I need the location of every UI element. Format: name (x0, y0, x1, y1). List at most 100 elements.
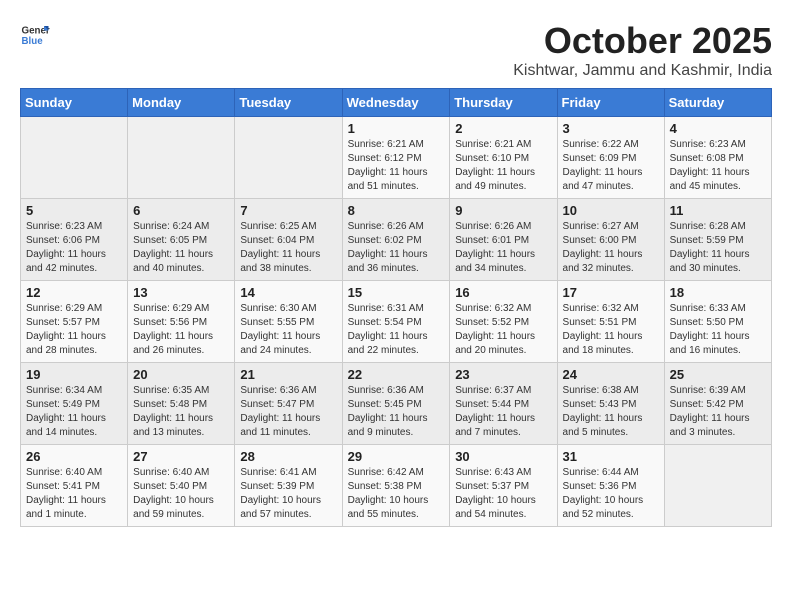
calendar-cell: 22 Sunrise: 6:36 AM Sunset: 5:45 PM Dayli… (342, 363, 450, 445)
day-number: 30 (455, 449, 551, 464)
day-info: Sunrise: 6:27 AM Sunset: 6:00 PM Dayligh… (563, 220, 659, 276)
day-info: Sunrise: 6:36 AM Sunset: 5:45 PM Dayligh… (348, 384, 445, 440)
day-info: Sunrise: 6:34 AM Sunset: 5:49 PM Dayligh… (26, 384, 122, 440)
day-info: Sunrise: 6:26 AM Sunset: 6:01 PM Dayligh… (455, 220, 551, 276)
day-number: 18 (670, 285, 766, 300)
svg-text:Blue: Blue (22, 36, 44, 47)
day-number: 22 (348, 367, 445, 382)
title-area: October 2025 Kishtwar, Jammu and Kashmir… (513, 20, 772, 80)
calendar-cell (21, 117, 128, 199)
weekday-header-friday: Friday (557, 89, 664, 117)
calendar-week-4: 19 Sunrise: 6:34 AM Sunset: 5:49 PM Dayli… (21, 363, 772, 445)
logo: General Blue (20, 20, 50, 50)
day-number: 24 (563, 367, 659, 382)
calendar-cell: 1Sunrise: 6:21 AM Sunset: 6:12 PM Daylig… (342, 117, 450, 199)
calendar-cell: 10 Sunrise: 6:27 AM Sunset: 6:00 PM Dayli… (557, 199, 664, 281)
calendar-cell: 17Sunrise: 6:32 AM Sunset: 5:51 PM Dayli… (557, 281, 664, 363)
calendar-cell: 12 Sunrise: 6:29 AM Sunset: 5:57 PM Dayli… (21, 281, 128, 363)
calendar-cell (235, 117, 342, 199)
day-number: 15 (348, 285, 445, 300)
day-info: Sunrise: 6:42 AM Sunset: 5:38 PM Dayligh… (348, 466, 445, 522)
weekday-header-tuesday: Tuesday (235, 89, 342, 117)
day-number: 2 (455, 121, 551, 136)
day-info: Sunrise: 6:37 AM Sunset: 5:44 PM Dayligh… (455, 384, 551, 440)
day-number: 27 (133, 449, 229, 464)
day-info: Sunrise: 6:33 AM Sunset: 5:50 PM Dayligh… (670, 302, 766, 358)
calendar-cell: 7Sunrise: 6:25 AM Sunset: 6:04 PM Daylig… (235, 199, 342, 281)
day-info: Sunrise: 6:24 AM Sunset: 6:05 PM Dayligh… (133, 220, 229, 276)
day-number: 7 (240, 203, 336, 218)
day-number: 8 (348, 203, 445, 218)
day-number: 23 (455, 367, 551, 382)
calendar-week-1: 1Sunrise: 6:21 AM Sunset: 6:12 PM Daylig… (21, 117, 772, 199)
calendar-cell (128, 117, 235, 199)
weekday-header-sunday: Sunday (21, 89, 128, 117)
day-info: Sunrise: 6:31 AM Sunset: 5:54 PM Dayligh… (348, 302, 445, 358)
day-info: Sunrise: 6:21 AM Sunset: 6:12 PM Dayligh… (348, 138, 445, 194)
day-info: Sunrise: 6:39 AM Sunset: 5:42 PM Dayligh… (670, 384, 766, 440)
calendar-cell: 19 Sunrise: 6:34 AM Sunset: 5:49 PM Dayli… (21, 363, 128, 445)
day-info: Sunrise: 6:40 AM Sunset: 5:41 PM Dayligh… (26, 466, 122, 522)
day-number: 10 (563, 203, 659, 218)
day-info: Sunrise: 6:41 AM Sunset: 5:39 PM Dayligh… (240, 466, 336, 522)
day-number: 11 (670, 203, 766, 218)
day-number: 4 (670, 121, 766, 136)
day-number: 20 (133, 367, 229, 382)
calendar-cell: 13 Sunrise: 6:29 AM Sunset: 5:56 PM Dayli… (128, 281, 235, 363)
calendar-cell: 29 Sunrise: 6:42 AM Sunset: 5:38 PM Dayli… (342, 445, 450, 527)
calendar-cell: 31 Sunrise: 6:44 AM Sunset: 5:36 PM Dayli… (557, 445, 664, 527)
weekday-header-wednesday: Wednesday (342, 89, 450, 117)
calendar-cell: 21 Sunrise: 6:36 AM Sunset: 5:47 PM Dayli… (235, 363, 342, 445)
day-info: Sunrise: 6:43 AM Sunset: 5:37 PM Dayligh… (455, 466, 551, 522)
calendar-table: SundayMondayTuesdayWednesdayThursdayFrid… (20, 88, 772, 527)
day-number: 6 (133, 203, 229, 218)
day-number: 19 (26, 367, 122, 382)
calendar-cell: 18 Sunrise: 6:33 AM Sunset: 5:50 PM Dayli… (664, 281, 771, 363)
calendar-cell: 27Sunrise: 6:40 AM Sunset: 5:40 PM Dayli… (128, 445, 235, 527)
calendar-cell: 20 Sunrise: 6:35 AM Sunset: 5:48 PM Dayli… (128, 363, 235, 445)
calendar-cell: 2 Sunrise: 6:21 AM Sunset: 6:10 PM Daylig… (450, 117, 557, 199)
weekday-header-saturday: Saturday (664, 89, 771, 117)
month-title: October 2025 (513, 20, 772, 62)
day-number: 13 (133, 285, 229, 300)
day-number: 3 (563, 121, 659, 136)
day-info: Sunrise: 6:28 AM Sunset: 5:59 PM Dayligh… (670, 220, 766, 276)
weekday-header-thursday: Thursday (450, 89, 557, 117)
logo-icon: General Blue (20, 20, 50, 50)
day-info: Sunrise: 6:22 AM Sunset: 6:09 PM Dayligh… (563, 138, 659, 194)
day-info: Sunrise: 6:32 AM Sunset: 5:52 PM Dayligh… (455, 302, 551, 358)
calendar-cell: 11 Sunrise: 6:28 AM Sunset: 5:59 PM Dayli… (664, 199, 771, 281)
calendar-cell: 9 Sunrise: 6:26 AM Sunset: 6:01 PM Daylig… (450, 199, 557, 281)
day-info: Sunrise: 6:36 AM Sunset: 5:47 PM Dayligh… (240, 384, 336, 440)
calendar-cell: 6 Sunrise: 6:24 AM Sunset: 6:05 PM Daylig… (128, 199, 235, 281)
weekday-header-monday: Monday (128, 89, 235, 117)
calendar-cell: 8Sunrise: 6:26 AM Sunset: 6:02 PM Daylig… (342, 199, 450, 281)
day-number: 5 (26, 203, 122, 218)
day-info: Sunrise: 6:32 AM Sunset: 5:51 PM Dayligh… (563, 302, 659, 358)
calendar-cell: 30 Sunrise: 6:43 AM Sunset: 5:37 PM Dayli… (450, 445, 557, 527)
day-info: Sunrise: 6:29 AM Sunset: 5:57 PM Dayligh… (26, 302, 122, 358)
day-info: Sunrise: 6:29 AM Sunset: 5:56 PM Dayligh… (133, 302, 229, 358)
calendar-cell: 14Sunrise: 6:30 AM Sunset: 5:55 PM Dayli… (235, 281, 342, 363)
calendar-cell: 28Sunrise: 6:41 AM Sunset: 5:39 PM Dayli… (235, 445, 342, 527)
day-number: 12 (26, 285, 122, 300)
day-number: 9 (455, 203, 551, 218)
header: General Blue October 2025 Kishtwar, Jamm… (20, 20, 772, 80)
location-title: Kishtwar, Jammu and Kashmir, India (513, 62, 772, 80)
calendar-cell: 16 Sunrise: 6:32 AM Sunset: 5:52 PM Dayli… (450, 281, 557, 363)
calendar-cell: 4Sunrise: 6:23 AM Sunset: 6:08 PM Daylig… (664, 117, 771, 199)
day-info: Sunrise: 6:44 AM Sunset: 5:36 PM Dayligh… (563, 466, 659, 522)
calendar-cell: 25 Sunrise: 6:39 AM Sunset: 5:42 PM Dayli… (664, 363, 771, 445)
day-info: Sunrise: 6:30 AM Sunset: 5:55 PM Dayligh… (240, 302, 336, 358)
day-number: 31 (563, 449, 659, 464)
calendar-cell: 5 Sunrise: 6:23 AM Sunset: 6:06 PM Daylig… (21, 199, 128, 281)
calendar-cell: 15 Sunrise: 6:31 AM Sunset: 5:54 PM Dayli… (342, 281, 450, 363)
day-info: Sunrise: 6:23 AM Sunset: 6:06 PM Dayligh… (26, 220, 122, 276)
weekday-header-row: SundayMondayTuesdayWednesdayThursdayFrid… (21, 89, 772, 117)
day-info: Sunrise: 6:35 AM Sunset: 5:48 PM Dayligh… (133, 384, 229, 440)
day-number: 25 (670, 367, 766, 382)
day-number: 16 (455, 285, 551, 300)
day-info: Sunrise: 6:21 AM Sunset: 6:10 PM Dayligh… (455, 138, 551, 194)
day-number: 29 (348, 449, 445, 464)
day-number: 21 (240, 367, 336, 382)
